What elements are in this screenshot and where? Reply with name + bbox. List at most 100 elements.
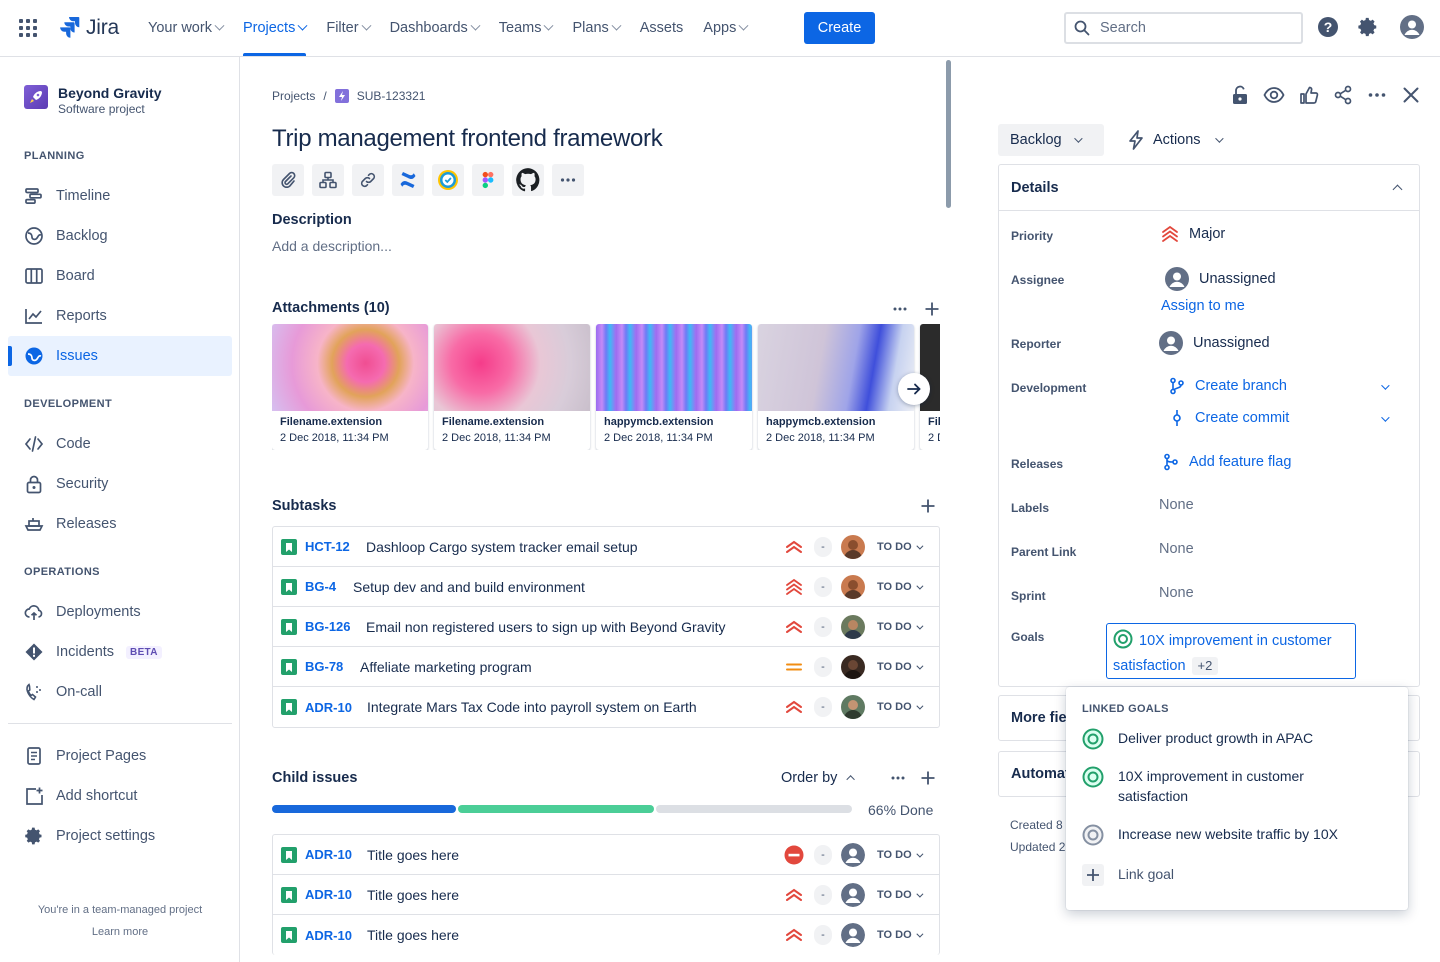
subtask-summary[interactable]: Affeliate marketing program [360, 659, 532, 675]
assign-to-me-link[interactable]: Assign to me [1161, 298, 1245, 314]
breadcrumb-issue-key[interactable]: SUB-123321 [334, 89, 425, 103]
sidebar-item-code[interactable]: Code [8, 424, 232, 464]
help-icon[interactable]: ? [1317, 16, 1339, 38]
add-attachment-icon[interactable] [924, 301, 940, 317]
description-field[interactable]: Add a description... [272, 238, 392, 254]
child-issue-summary[interactable]: Title goes here [367, 887, 459, 903]
search-input[interactable]: Search [1064, 12, 1303, 44]
nav-teams[interactable]: Teams [489, 0, 563, 56]
attachment-card[interactable]: Filename.extension 2 Dec 2018, 11:34 PM [272, 324, 428, 450]
unlock-icon[interactable] [1231, 85, 1249, 105]
subtask-summary[interactable]: Integrate Mars Tax Code into payroll sys… [367, 699, 697, 715]
checklist-app-button[interactable] [432, 164, 464, 196]
link-goal-button[interactable]: Link goal [1082, 864, 1174, 886]
more-actions-button[interactable] [552, 164, 584, 196]
attach-button[interactable] [272, 164, 304, 196]
status-transition-button[interactable]: Backlog [998, 124, 1104, 156]
table-row[interactable]: BG-78 Affeliate marketing program - TO D… [273, 647, 939, 687]
thumbs-up-icon[interactable] [1299, 85, 1319, 105]
table-row[interactable]: HCT-12 Dashloop Cargo system tracker ema… [273, 527, 939, 567]
table-row[interactable]: ADR-10 Title goes here - TO DO [273, 875, 939, 915]
more-icon[interactable] [890, 770, 906, 786]
nav-your-work[interactable]: Your work [138, 0, 233, 56]
status-dropdown[interactable]: TO DO [871, 657, 927, 677]
jira-logo[interactable]: Jira [60, 16, 119, 40]
subtask-summary[interactable]: Dashloop Cargo system tracker email setu… [366, 539, 638, 555]
status-dropdown[interactable]: TO DO [871, 577, 927, 597]
sidebar-item-on-call[interactable]: On-call [8, 672, 232, 712]
more-icon[interactable] [892, 301, 908, 317]
actions-button[interactable]: Actions [1127, 124, 1224, 156]
breadcrumb-projects[interactable]: Projects [272, 89, 315, 103]
subtask-key[interactable]: HCT-12 [305, 539, 350, 554]
priority-field[interactable]: Major [1161, 225, 1225, 243]
figma-button[interactable] [472, 164, 504, 196]
subtask-key[interactable]: BG-126 [305, 619, 351, 634]
sidebar-item-project-pages[interactable]: Project Pages [8, 736, 232, 776]
sidebar-item-issues[interactable]: Issues [8, 336, 232, 376]
create-commit-link[interactable]: Create commit [1169, 409, 1289, 427]
attachment-card[interactable]: happymcb.extension 2 Dec 2018, 11:34 PM [758, 324, 914, 450]
linked-goal-item[interactable]: 10X improvement in customer satisfaction [1082, 766, 1352, 806]
github-button[interactable] [512, 164, 544, 196]
link-issue-button[interactable] [352, 164, 384, 196]
add-feature-flag-link[interactable]: Add feature flag [1163, 453, 1291, 471]
add-child-issue-icon[interactable] [920, 770, 936, 786]
nav-dashboards[interactable]: Dashboards [380, 0, 489, 56]
chevron-down-icon[interactable] [1381, 413, 1390, 422]
unassigned-avatar[interactable] [841, 923, 865, 947]
close-icon[interactable] [1401, 85, 1421, 105]
profile-avatar-icon[interactable] [1400, 15, 1424, 39]
child-issue-button[interactable] [312, 164, 344, 196]
confluence-button[interactable] [392, 164, 424, 196]
app-switcher-icon[interactable] [19, 19, 37, 37]
sidebar-item-releases[interactable]: Releases [8, 504, 232, 544]
attachments-next-button[interactable] [898, 373, 930, 405]
table-row[interactable]: BG-126 Email non registered users to sig… [273, 607, 939, 647]
watch-eye-icon[interactable] [1263, 86, 1285, 104]
subtask-key[interactable]: BG-78 [305, 659, 343, 674]
gear-icon[interactable] [1357, 16, 1379, 38]
chevron-down-icon[interactable] [1381, 381, 1390, 390]
subtask-summary[interactable]: Setup dev and and build environment [353, 579, 585, 595]
learn-more-link[interactable]: Learn more [0, 926, 240, 938]
child-issue-key[interactable]: ADR-10 [305, 928, 352, 943]
share-icon[interactable] [1333, 85, 1353, 105]
table-row[interactable]: ADR-10 Integrate Mars Tax Code into payr… [273, 687, 939, 727]
nav-projects[interactable]: Projects [233, 0, 316, 56]
child-issue-key[interactable]: ADR-10 [305, 847, 352, 862]
parent-link-value[interactable]: None [1159, 541, 1194, 557]
table-row[interactable]: BG-4 Setup dev and and build environment… [273, 567, 939, 607]
sidebar-item-security[interactable]: Security [8, 464, 232, 504]
avatar[interactable] [841, 535, 865, 559]
order-by-button[interactable]: Order by [781, 770, 856, 786]
table-row[interactable]: ADR-10 Title goes here - TO DO [273, 915, 939, 955]
status-dropdown[interactable]: TO DO [871, 845, 927, 865]
avatar[interactable] [841, 655, 865, 679]
nav-filter[interactable]: Filter [316, 0, 379, 56]
attachment-card[interactable]: Filename.extension 2 Dec 2018, 11:34 PM [434, 324, 590, 450]
linked-goal-item[interactable]: Deliver product growth in APAC [1082, 728, 1313, 750]
sidebar-item-board[interactable]: Board [8, 256, 232, 296]
project-header[interactable]: Beyond Gravity Software project [24, 85, 161, 117]
status-dropdown[interactable]: TO DO [871, 925, 927, 945]
avatar[interactable] [841, 615, 865, 639]
subtask-summary[interactable]: Email non registered users to sign up wi… [366, 619, 726, 635]
status-dropdown[interactable]: TO DO [871, 697, 927, 717]
reporter-field[interactable]: Unassigned [1159, 331, 1270, 355]
child-issue-summary[interactable]: Title goes here [367, 847, 459, 863]
create-branch-link[interactable]: Create branch [1169, 377, 1287, 395]
status-dropdown[interactable]: TO DO [871, 617, 927, 637]
linked-goal-item[interactable]: Increase new website traffic by 10X [1082, 824, 1338, 846]
issue-title[interactable]: Trip management frontend framework [272, 125, 663, 153]
add-subtask-icon[interactable] [920, 498, 936, 514]
sidebar-item-backlog[interactable]: Backlog [8, 216, 232, 256]
child-issue-summary[interactable]: Title goes here [367, 927, 459, 943]
nav-apps[interactable]: Apps [693, 0, 757, 56]
assignee-field[interactable]: Unassigned [1165, 267, 1276, 291]
avatar[interactable] [841, 695, 865, 719]
more-icon[interactable] [1367, 85, 1387, 105]
sidebar-item-timeline[interactable]: Timeline [8, 176, 232, 216]
subtask-key[interactable]: BG-4 [305, 579, 336, 594]
attachment-card[interactable]: happymcb.extension 2 Dec 2018, 11:34 PM [596, 324, 752, 450]
